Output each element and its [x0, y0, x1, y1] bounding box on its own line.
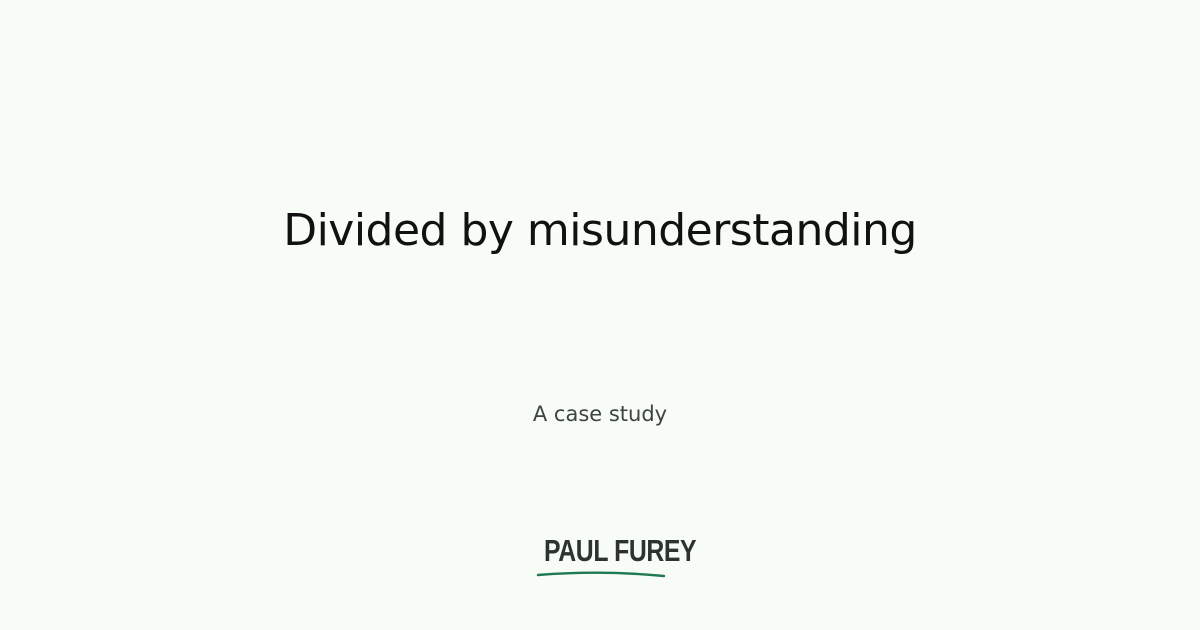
brand-logo-text: PAUL FUREY: [544, 533, 697, 568]
social-card: Divided by misunderstanding A case study…: [0, 0, 1200, 630]
card-subtitle: A case study: [532, 402, 668, 426]
card-title: Divided by misunderstanding: [283, 205, 917, 256]
logo-underline-swoosh: [536, 571, 666, 578]
brand-logo: PAUL FUREY: [530, 532, 697, 582]
